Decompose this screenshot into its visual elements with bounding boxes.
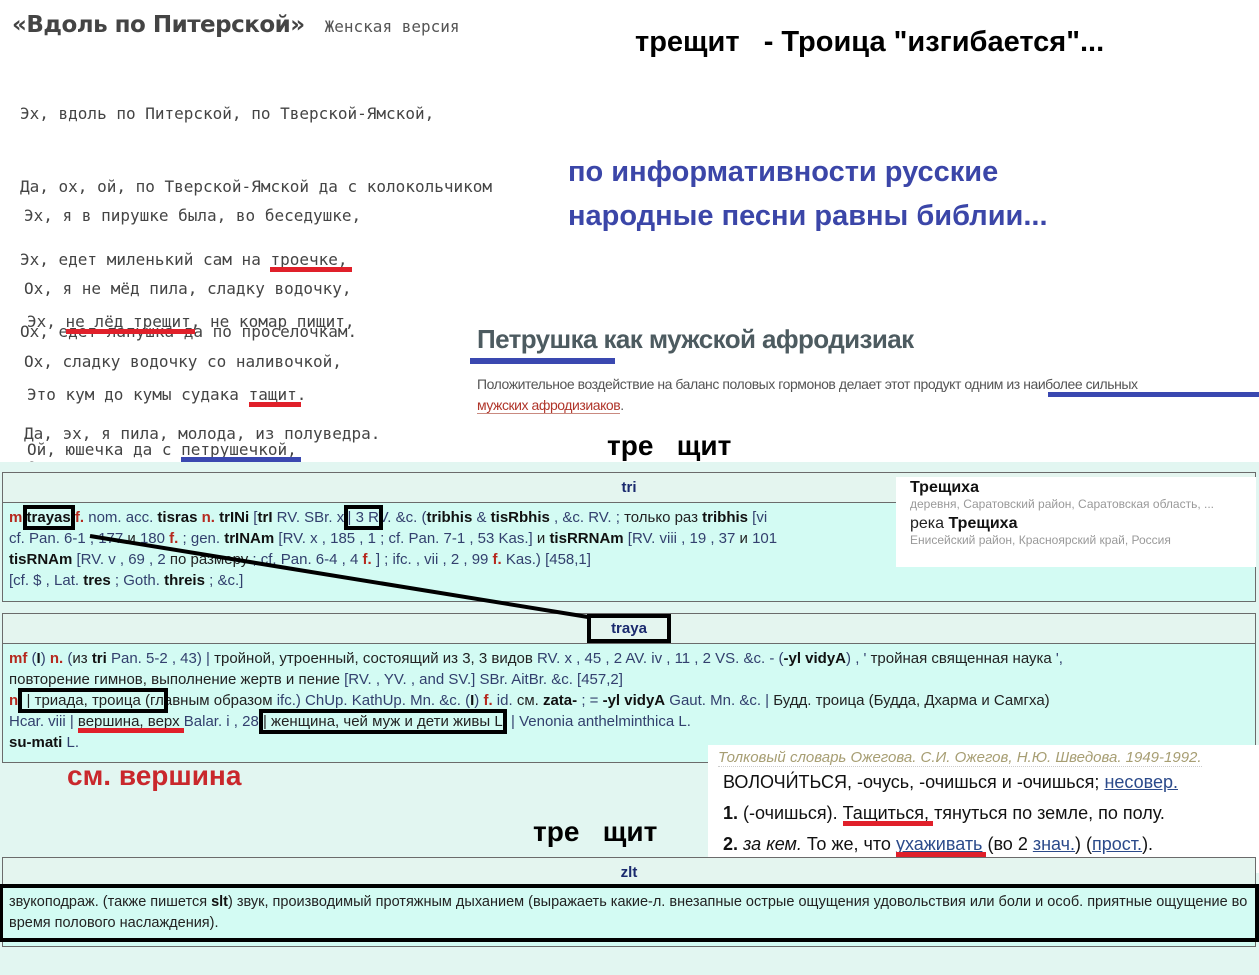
dict-headword[interactable]: zlt — [621, 864, 638, 881]
highlight-vershina: вершина, верх — [77, 713, 180, 730]
song-version: Женская версия — [324, 17, 460, 36]
dict-entry-zlt: zlt звукоподраж. (также пишется slt) зву… — [0, 857, 1259, 947]
underline-marker — [470, 358, 615, 364]
suggestion-item[interactable]: река Трещиха Енисейский район, Красноярс… — [896, 513, 1256, 549]
highlight-strongest: одним из наиболее сильных — [964, 376, 1138, 392]
dict-line: n. | триада, троица (главным образом ifc… — [9, 688, 1050, 713]
boxed-zhenshchina: | женщина, чей муж и дети живы L — [258, 709, 507, 734]
song-title: «Вдоль по Питерской» — [12, 12, 305, 38]
dict-line: Hcar. viii | вершина, верх Balar. i , 28… — [9, 709, 691, 734]
headline-line-2: народные песни равны библии... — [568, 200, 1048, 232]
tre-shchit-label: тре щит — [533, 816, 658, 847]
ozhegov-headword: ВОЛОЧИ́ТЬСЯ — [723, 772, 847, 792]
place-suggestions: Трещиха деревня, Саратовский район, Сара… — [896, 477, 1256, 567]
song-title-row: «Вдоль по Питерской» Женская версия — [12, 12, 460, 38]
song-line: Эх, вдоль по Питерской, по Тверской-Ямск… — [20, 104, 435, 124]
song-line: Эх, я в пирушке была, во беседушке, — [24, 206, 362, 226]
dict-headword-container: traya — [3, 614, 1255, 644]
headline-informativeness: по информативности русские народные песн… — [568, 150, 1048, 238]
boxed-three: | 3 R — [343, 505, 383, 530]
dict-line: mf (I) n. (из tri Pan. 5-2 , 43) | тройн… — [9, 650, 1063, 667]
prost-link[interactable]: прост. — [1092, 834, 1142, 854]
headline-line-1: по информативности русские — [568, 156, 999, 188]
underline-marker — [1048, 392, 1259, 397]
highlight-tashchitsya: Тащиться, — [842, 803, 930, 823]
highlight-ne-led-treshchit: не лёд трещит — [65, 312, 191, 332]
dict-line: повторение гимнов, выполнение жертв и пе… — [9, 671, 623, 688]
boxed-trayas: trayas — [22, 505, 75, 530]
ukhazhivat-link[interactable]: ухаживать — [896, 834, 983, 854]
headline-treshchit-troitsa: трещит - Троица "изгибается"... — [635, 26, 1105, 58]
dict-entry-body: звукоподраж. (также пишется slt) звук, п… — [0, 884, 1259, 942]
dict-line: [cf. $ , Lat. tres ; Goth. threis ; &c.] — [9, 572, 244, 589]
dict-headword-container: zlt — [3, 858, 1255, 888]
tre-shchit-label: тре щит — [607, 430, 732, 461]
parsley-article-title: Петрушка как мужской афродизиак — [477, 324, 914, 354]
dict-entry-body: mf (I) n. (из tri Pan. 5-2 , 43) | тройн… — [3, 644, 1255, 757]
ozhegov-sense-2: 2. за кем. То же, что ухаживать (во 2 зн… — [723, 834, 1154, 854]
ozhegov-headline: ВОЛОЧИ́ТЬСЯ, -очусь, -очишься и -очишься… — [723, 772, 1178, 792]
aspect-link[interactable]: несовер. — [1104, 772, 1178, 792]
znach-link[interactable]: знач. — [1033, 834, 1075, 854]
dict-headword[interactable]: traya — [587, 614, 671, 643]
highlight-petrushechkoy: петрушечкой, — [181, 440, 297, 460]
song-line: Ой, юшечка да с петрушечкой, — [27, 440, 297, 460]
aphrodisiac-link[interactable]: мужских афродизиаков — [477, 397, 621, 414]
ozhegov-source[interactable]: Толковый словарь Ожегова. С.И. Ожегов, Н… — [718, 749, 1202, 767]
ozhegov-sense-1: 1. (-очишься). Тащиться, тянуться по зем… — [723, 803, 1165, 823]
dict-entry-traya: traya mf (I) n. (из tri Pan. 5-2 , 43) |… — [2, 613, 1256, 763]
song-line: Эх, не лёд трещит, не комар пищит, — [27, 312, 355, 332]
ozhegov-dictionary-card: Толковый словарь Ожегова. С.И. Ожегов, Н… — [708, 745, 1259, 873]
see-vershina-note: см. вершина — [67, 760, 242, 791]
suggestion-item[interactable]: Трещиха деревня, Саратовский район, Сара… — [896, 477, 1256, 513]
boxed-troitsa: | триада, троица (гл — [18, 688, 168, 713]
